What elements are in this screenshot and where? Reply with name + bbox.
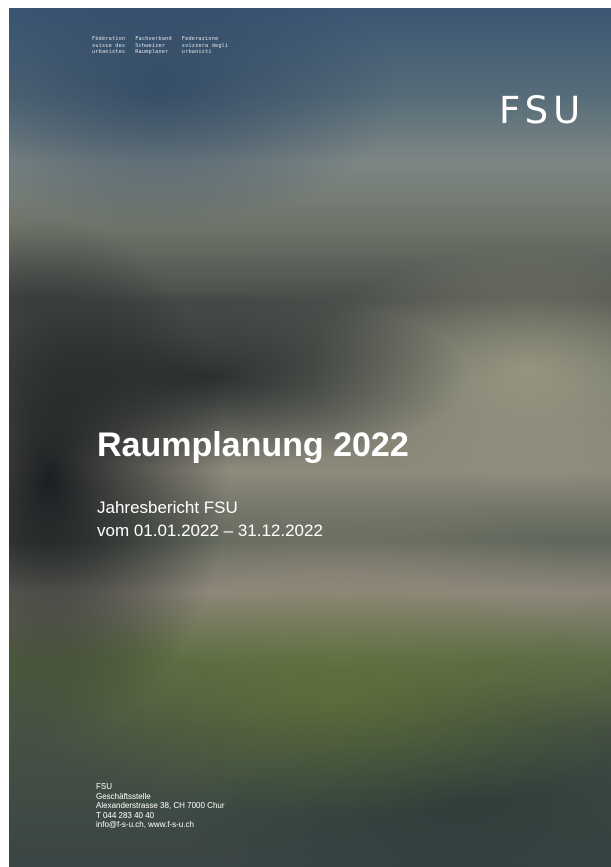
report-cover: Fédération suisse des urbanistes Fachver… <box>9 8 611 867</box>
association-name-it: Federazione svizzera degli urbanisti <box>181 36 229 56</box>
contact-footer: FSU Geschäftsstelle Alexanderstrasse 38,… <box>96 782 225 830</box>
report-subtitle-line1: Jahresbericht FSU <box>97 498 238 517</box>
footer-email-web: info@f-s-u.ch, www.f-s-u.ch <box>96 820 194 830</box>
association-name-de: Fachverband Schweizer Raumplaner <box>135 36 172 56</box>
fsu-logo: FSU <box>499 89 586 132</box>
footer-office: Geschäftsstelle <box>96 791 151 801</box>
association-names: Fédération suisse des urbanistes Fachver… <box>92 36 228 56</box>
report-subtitle: Jahresbericht FSU vom 01.01.2022 – 31.12… <box>97 496 323 542</box>
report-title: Raumplanung 2022 <box>97 426 409 464</box>
footer-address: Alexanderstrasse 38, CH 7000 Chur <box>96 801 225 811</box>
footer-phone: T 044 283 40 40 <box>96 810 155 820</box>
association-name-fr: Fédération suisse des urbanistes <box>92 36 126 56</box>
footer-org: FSU <box>96 782 112 791</box>
report-period: vom 01.01.2022 – 31.12.2022 <box>97 521 323 540</box>
